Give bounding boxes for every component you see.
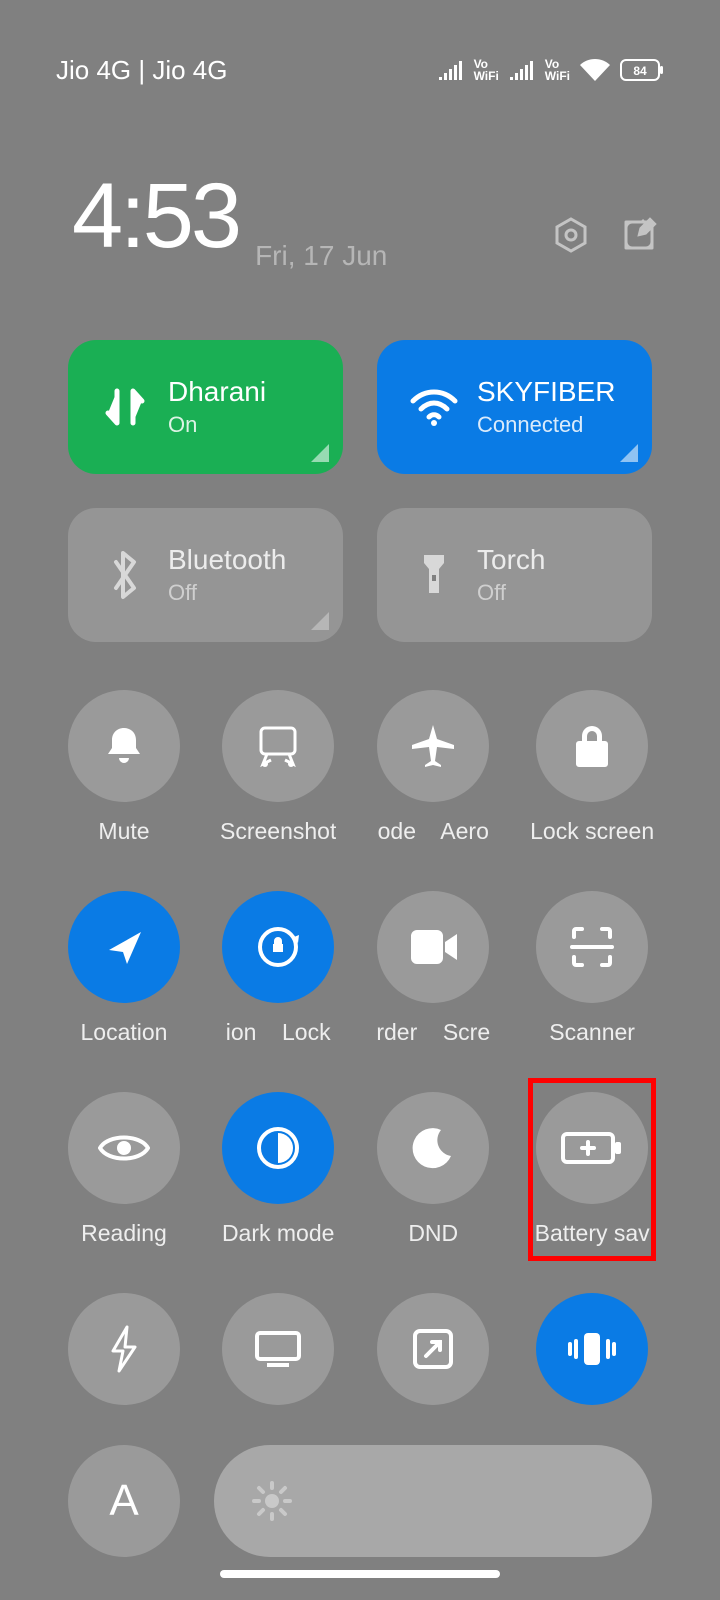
toggle-label: ion Lock: [226, 1019, 331, 1046]
toggle-label: Location: [81, 1019, 168, 1046]
tile-status: Off: [477, 580, 545, 606]
dark-mode-toggle[interactable]: Dark mode: [220, 1092, 336, 1247]
auto-brightness-button[interactable]: A: [68, 1445, 180, 1557]
home-indicator[interactable]: [220, 1570, 500, 1578]
toggle-label: ode Aero: [378, 818, 489, 845]
toggle-label: Reading: [81, 1220, 167, 1247]
mute-toggle[interactable]: Mute: [68, 690, 180, 845]
dnd-toggle[interactable]: DND: [376, 1092, 490, 1247]
toggle-label: Scanner: [549, 1019, 635, 1046]
connectivity-tiles: Dharani On SKYFIBER Connected Bluetooth …: [0, 340, 720, 642]
tile-title: SKYFIBER: [477, 376, 615, 408]
scanner-toggle[interactable]: Scanner: [530, 891, 654, 1046]
carrier-label: Jio 4G | Jio 4G: [56, 55, 228, 86]
tile-title: Torch: [477, 544, 545, 576]
eye-icon: [98, 1131, 150, 1165]
bluetooth-tile[interactable]: Bluetooth Off: [68, 508, 343, 642]
status-icons: VoWiFi VoWiFi 84: [438, 58, 664, 82]
tile-title: Dharani: [168, 376, 266, 408]
toggle-label: Screenshot: [220, 818, 336, 845]
toggle-label: Mute: [98, 818, 149, 845]
settings-gear-icon[interactable]: [552, 216, 590, 254]
signal-icon: [509, 60, 535, 80]
floating-window-toggle[interactable]: [376, 1293, 490, 1405]
video-camera-icon: [407, 928, 459, 966]
tile-status: On: [168, 412, 266, 438]
panel-header: 4:53 Fri, 17 Jun: [0, 170, 720, 280]
quick-toggles: Mute Screenshot ode Aero Lock screen Loc…: [0, 690, 720, 1405]
toggle-label: rder Scre: [376, 1019, 490, 1046]
signal-icon: [438, 60, 464, 80]
vibrate-icon: [562, 1329, 622, 1369]
sun-icon: [250, 1479, 294, 1523]
vowifi-icon: VoWiFi: [474, 58, 499, 82]
lock-icon: [572, 723, 612, 769]
toggle-label: Lock screen: [530, 818, 654, 845]
scissors-icon: [253, 724, 303, 768]
svg-text:84: 84: [633, 64, 647, 78]
expand-icon[interactable]: [311, 444, 329, 462]
brightness-slider[interactable]: [214, 1445, 652, 1557]
contrast-icon: [255, 1125, 301, 1171]
shrink-window-icon: [410, 1326, 456, 1372]
brightness-row: A: [0, 1445, 720, 1557]
expand-icon[interactable]: [620, 444, 638, 462]
edit-icon[interactable]: [620, 216, 658, 254]
toggle-label: DND: [408, 1220, 458, 1247]
boost-toggle[interactable]: [68, 1293, 180, 1405]
vibrate-toggle[interactable]: [530, 1293, 654, 1405]
bell-icon: [100, 722, 148, 770]
wifi-icon: [580, 59, 610, 81]
tile-status: Off: [168, 580, 286, 606]
torch-tile[interactable]: Torch Off: [377, 508, 652, 642]
mobile-data-tile[interactable]: Dharani On: [68, 340, 343, 474]
tile-status: Connected: [477, 412, 615, 438]
screenshot-toggle[interactable]: Screenshot: [220, 690, 336, 845]
expand-icon[interactable]: [311, 612, 329, 630]
wifi-tile[interactable]: SKYFIBER Connected: [377, 340, 652, 474]
vowifi-icon: VoWiFi: [545, 58, 570, 82]
clock-time: 4:53: [72, 170, 239, 262]
mobile-data-icon: [104, 383, 146, 431]
battery-icon: 84: [620, 59, 664, 81]
auto-rotate-lock-toggle[interactable]: ion Lock: [220, 891, 336, 1046]
monitor-icon: [253, 1329, 303, 1369]
lightning-icon: [107, 1325, 141, 1373]
battery-saver-toggle[interactable]: Battery sav: [530, 1092, 654, 1247]
location-arrow-icon: [103, 926, 145, 968]
screen-record-toggle[interactable]: rder Scre: [376, 891, 490, 1046]
toggle-label: Dark mode: [222, 1220, 334, 1247]
scan-icon: [568, 923, 616, 971]
cast-toggle[interactable]: [220, 1293, 336, 1405]
airplane-mode-toggle[interactable]: ode Aero: [376, 690, 490, 845]
moon-icon: [411, 1126, 455, 1170]
wifi-icon: [409, 387, 459, 427]
bluetooth-icon: [108, 550, 142, 600]
battery-plus-icon: [561, 1130, 623, 1166]
airplane-icon: [408, 721, 458, 771]
location-toggle[interactable]: Location: [68, 891, 180, 1046]
flashlight-icon: [418, 551, 450, 599]
lock-screen-toggle[interactable]: Lock screen: [530, 690, 654, 845]
toggle-label: Battery sav: [535, 1220, 650, 1247]
status-bar: Jio 4G | Jio 4G VoWiFi VoWiFi 84: [0, 0, 720, 140]
reading-mode-toggle[interactable]: Reading: [68, 1092, 180, 1247]
tile-title: Bluetooth: [168, 544, 286, 576]
rotate-lock-icon: [253, 922, 303, 972]
clock-date: Fri, 17 Jun: [255, 240, 387, 272]
